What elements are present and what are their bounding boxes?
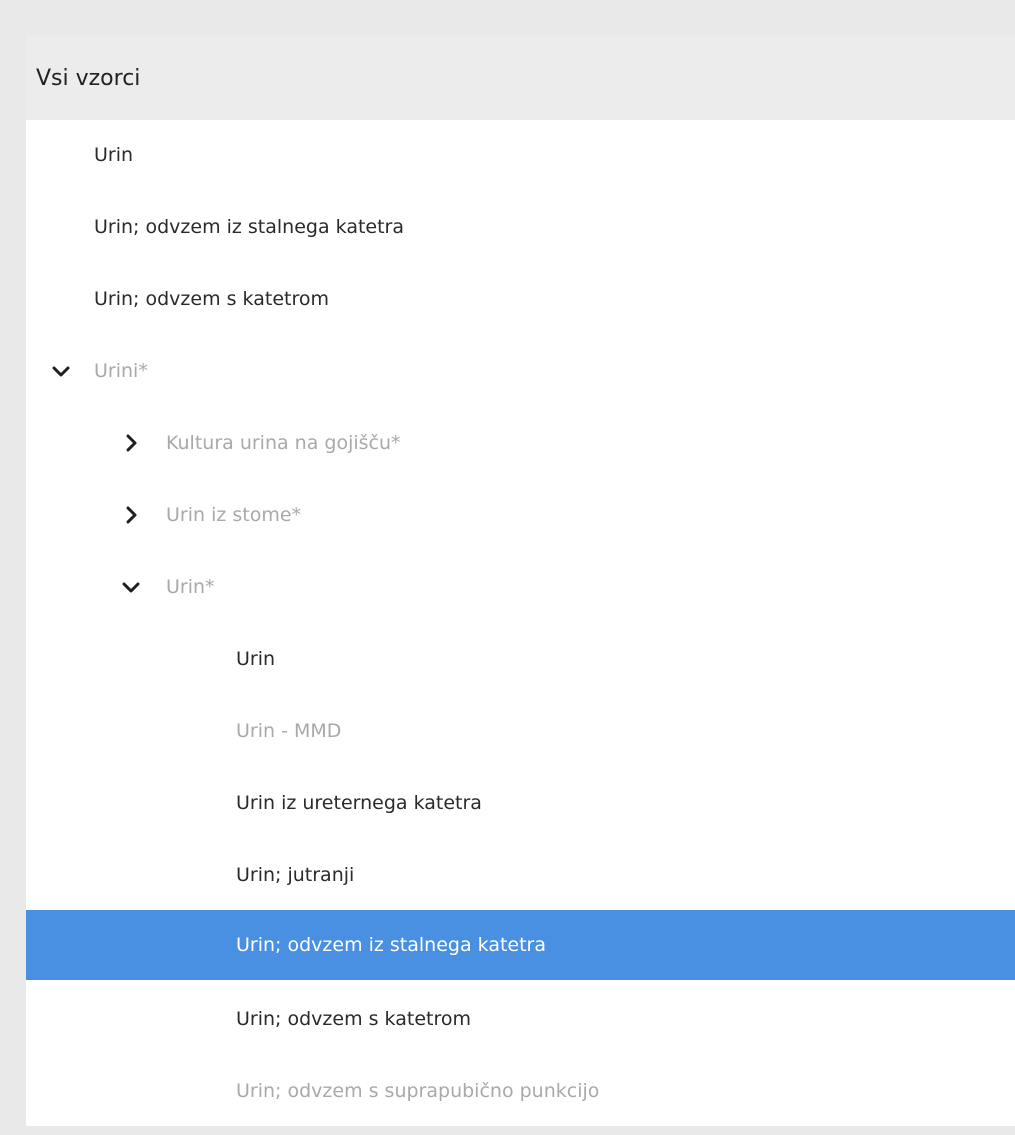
tree-item-label: Urini*: [94, 360, 148, 382]
tree-item[interactable]: Urin; odvzem s suprapubično punkcijo: [26, 1056, 1015, 1126]
tree-item-selected[interactable]: Urin; odvzem iz stalnega katetra: [26, 910, 1015, 980]
tree-item-label: Urin iz stome*: [166, 504, 302, 526]
chevron-down-icon[interactable]: [50, 360, 72, 382]
tree-item-label: Urin; jutranji: [236, 864, 355, 886]
tree-item-label: Urin: [94, 144, 134, 166]
tree-item-label: Urin; odvzem s katetrom: [94, 288, 329, 310]
samples-panel: Vsi vzorci Urin Urin; odvzem iz stalnega…: [26, 36, 1015, 1126]
tree-item[interactable]: Urin; odvzem s katetrom: [26, 984, 1015, 1054]
tree-item-label: Kultura urina na gojišču*: [166, 432, 401, 454]
bottom-border: [0, 1126, 1015, 1135]
tree-group-stome[interactable]: Urin iz stome*: [26, 480, 1015, 550]
tree-item-label: Urin - MMD: [236, 720, 342, 742]
tree-group-urin[interactable]: Urin*: [26, 552, 1015, 622]
chevron-right-icon[interactable]: [120, 504, 142, 526]
tree-item-label: Urin; odvzem s suprapubično punkcijo: [236, 1080, 600, 1102]
tree-item-label: Urin; odvzem iz stalnega katetra: [94, 216, 405, 238]
chevron-right-icon[interactable]: [120, 432, 142, 454]
tree-group-kultura[interactable]: Kultura urina na gojišču*: [26, 408, 1015, 478]
tree-item[interactable]: Urin: [26, 120, 1015, 190]
tree-item[interactable]: Urin: [26, 624, 1015, 694]
chevron-down-icon[interactable]: [120, 576, 142, 598]
tree-group-urini[interactable]: Urini*: [26, 336, 1015, 406]
tree-item[interactable]: Urin; odvzem iz stalnega katetra: [26, 192, 1015, 262]
tree-item-label: Urin; odvzem s katetrom: [236, 1008, 471, 1030]
tree-item[interactable]: Urin; jutranji: [26, 840, 1015, 910]
tree-item-label: Urin; odvzem iz stalnega katetra: [236, 934, 547, 956]
tree-item-label: Urin*: [166, 576, 215, 598]
tree-item[interactable]: Urin iz ureternega katetra: [26, 768, 1015, 838]
tree-item[interactable]: Urin - MMD: [26, 696, 1015, 766]
tree-item-label: Urin: [236, 648, 276, 670]
panel-title: Vsi vzorci: [26, 36, 1015, 120]
tree-item-label: Urin iz ureternega katetra: [236, 792, 482, 814]
tree-item[interactable]: Urin; odvzem s katetrom: [26, 264, 1015, 334]
